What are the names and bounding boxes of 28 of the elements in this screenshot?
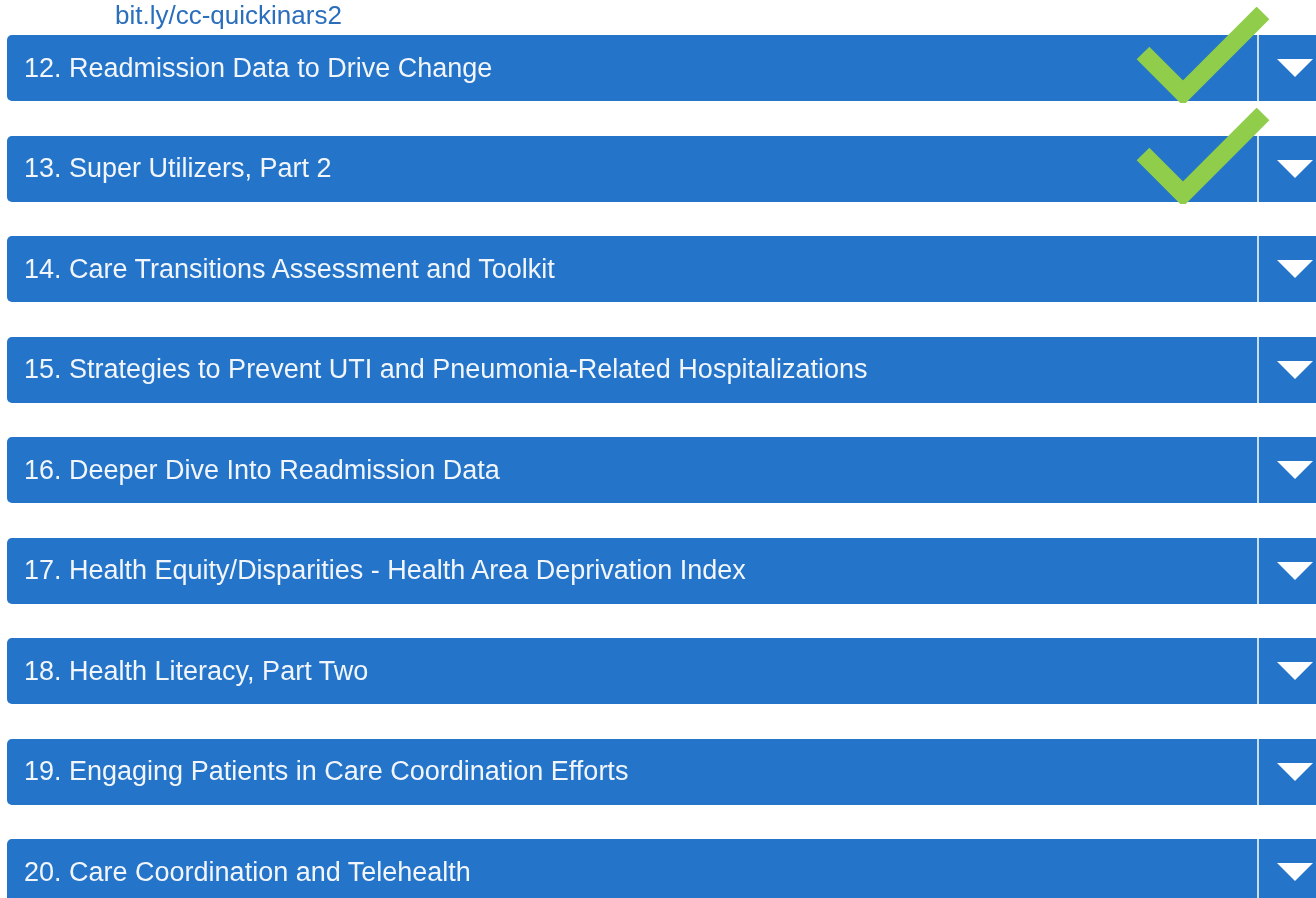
accordion-header[interactable]: 16. Deeper Dive Into Readmission Data bbox=[7, 437, 1257, 503]
caret-icon bbox=[1277, 461, 1313, 479]
caret-icon bbox=[1277, 59, 1313, 77]
caret-icon bbox=[1277, 561, 1313, 580]
caret-icon bbox=[1277, 863, 1313, 881]
caret-icon bbox=[1277, 360, 1313, 379]
caret-icon bbox=[1277, 762, 1313, 781]
dropdown-toggle[interactable] bbox=[1257, 638, 1316, 704]
link[interactable]: bit.ly/cc-quickinars2 bbox=[115, 0, 342, 30]
accordion-header[interactable]: 15. Strategies to Prevent UTI and Pneumonia-Related Hospitalizations bbox=[7, 336, 1257, 403]
dropdown-toggle[interactable] bbox=[1257, 537, 1316, 604]
accordion-header[interactable]: 12. Readmission Data to Drive Change bbox=[7, 35, 1257, 101]
dropdown-toggle[interactable] bbox=[1257, 738, 1316, 805]
dropdown-toggle[interactable] bbox=[1257, 437, 1316, 503]
dropdown-toggle[interactable] bbox=[1257, 135, 1316, 202]
dropdown-toggle[interactable] bbox=[1257, 839, 1316, 898]
caret-icon bbox=[1277, 662, 1313, 680]
caret-icon bbox=[1277, 159, 1313, 178]
dropdown-toggle[interactable] bbox=[1257, 236, 1316, 302]
accordion-header[interactable]: 14. Care Transitions Assessment and Toolkit bbox=[7, 236, 1257, 302]
caret-icon bbox=[1277, 260, 1313, 278]
accordion-header[interactable]: 17. Health Equity/Disparities - Health Area Deprivation Index bbox=[7, 537, 1257, 604]
accordion-header[interactable]: 19. Engaging Patients in Care Coordination Efforts bbox=[7, 738, 1257, 805]
accordion-header[interactable]: 13. Super Utilizers, Part 2 bbox=[7, 135, 1257, 202]
dropdown-toggle[interactable] bbox=[1257, 336, 1316, 403]
accordion-header[interactable]: 20. Care Coordination and Telehealth bbox=[7, 839, 1257, 898]
dropdown-toggle[interactable] bbox=[1257, 35, 1316, 101]
accordion-header[interactable]: 18. Health Literacy, Part Two bbox=[7, 638, 1257, 704]
